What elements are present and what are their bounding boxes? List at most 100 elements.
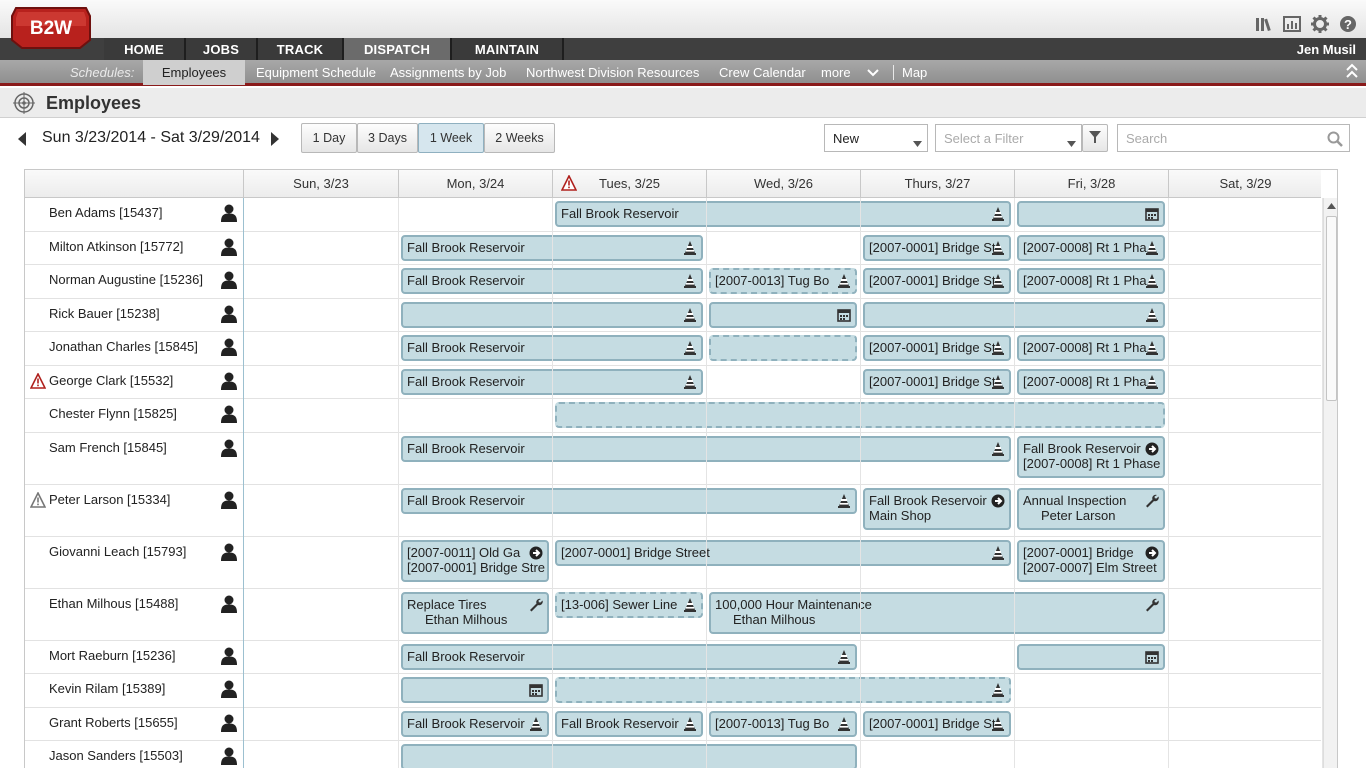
person-icon[interactable] [221, 543, 237, 561]
person-icon[interactable] [221, 680, 237, 698]
assignment-block[interactable]: [2007-0013] Tug Bo [709, 268, 857, 294]
assignment-block[interactable]: [2007-0008] Rt 1 Pha [1017, 335, 1165, 361]
assignment-block[interactable]: [2007-0001] Bridge St [863, 335, 1011, 361]
assignment-block[interactable]: Replace Tires Ethan Milhous [401, 591, 549, 634]
subnav-assignments-by-job[interactable]: Assignments by Job [390, 60, 506, 85]
scroll-thumb[interactable] [1326, 216, 1337, 401]
tab-track[interactable]: TRACK [258, 38, 344, 60]
person-icon[interactable] [221, 372, 237, 390]
employee-name[interactable]: Ben Adams [15437] [49, 205, 162, 220]
assignment-block[interactable]: [2007-0001] Bridge [2007-0007] Elm Street [1017, 539, 1165, 582]
person-icon[interactable] [221, 439, 237, 457]
person-icon[interactable] [221, 491, 237, 509]
assignment-block[interactable] [709, 301, 857, 328]
assignment-block[interactable]: Fall Brook Reservoir [401, 487, 857, 514]
person-icon[interactable] [221, 405, 237, 423]
person-icon[interactable] [221, 714, 237, 732]
subnav-northwest-division-resources[interactable]: Northwest Division Resources [526, 60, 699, 85]
collapse-icon[interactable] [1345, 60, 1361, 85]
employee-name[interactable]: Jonathan Charles [15845] [49, 339, 198, 354]
view-3-days-button[interactable]: 3 Days [357, 123, 418, 153]
subnav-crew-calendar[interactable]: Crew Calendar [719, 60, 806, 85]
employee-name[interactable]: Sam French [15845] [49, 440, 167, 455]
gear-icon[interactable] [1310, 14, 1330, 34]
assignment-label: [2007-0001] Bridge St [869, 239, 996, 255]
report-icon[interactable] [1282, 14, 1302, 34]
status-select[interactable]: New [824, 124, 928, 152]
employee-name[interactable]: Jason Sanders [15503] [49, 748, 183, 763]
employee-name[interactable]: Norman Augustine [15236] [49, 272, 203, 287]
tab-jobs[interactable]: JOBS [186, 38, 258, 60]
assignment-block[interactable]: Fall Brook Reservoir Main Shop [863, 487, 1011, 530]
assignment-block[interactable] [555, 677, 1011, 703]
employee-name[interactable]: Kevin Rilam [15389] [49, 681, 165, 696]
person-icon[interactable] [221, 647, 237, 665]
subnav-equipment-schedule[interactable]: Equipment Schedule [256, 60, 376, 85]
assignment-block[interactable]: Fall Brook Reservoir [2007-0008] Rt 1 Pha… [1017, 435, 1165, 478]
tab-home[interactable]: HOME [104, 38, 186, 60]
employee-name[interactable]: Ethan Milhous [15488] [49, 596, 178, 611]
employee-name[interactable]: Milton Atkinson [15772] [49, 239, 183, 254]
assignment-block[interactable]: [2007-0001] Bridge Street [555, 539, 1011, 566]
employee-name[interactable]: Rick Bauer [15238] [49, 306, 160, 321]
subnav-more[interactable]: more [821, 60, 851, 85]
assignment-block[interactable]: Fall Brook Reservoir [401, 710, 549, 737]
assignment-block[interactable]: [13-006] Sewer Line [555, 591, 703, 618]
assignment-block[interactable] [1017, 643, 1165, 670]
employee-name[interactable]: Chester Flynn [15825] [49, 406, 177, 421]
assignment-block[interactable] [401, 677, 549, 703]
warning-icon[interactable] [30, 491, 46, 508]
page-header: Employees [0, 88, 1366, 118]
assignment-block[interactable]: [2007-0013] Tug Bo [709, 710, 857, 737]
assignment-block[interactable]: [2007-0008] Rt 1 Pha [1017, 268, 1165, 294]
b2w-logo[interactable]: B2W [10, 6, 92, 50]
employee-name[interactable]: Mort Raeburn [15236] [49, 648, 175, 663]
assignment-block[interactable] [709, 335, 857, 361]
subnav-map[interactable]: Map [902, 60, 927, 85]
person-icon[interactable] [221, 238, 237, 256]
help-icon[interactable]: ? [1338, 14, 1358, 34]
assignment-block[interactable]: [2007-0008] Rt 1 Pha [1017, 234, 1165, 261]
user-name[interactable]: Jen Musil [1297, 42, 1356, 57]
library-icon[interactable] [1254, 14, 1274, 34]
assignment-block[interactable] [401, 744, 857, 768]
person-icon[interactable] [221, 595, 237, 613]
assignment-block[interactable]: Annual Inspection Peter Larson [1017, 487, 1165, 530]
assignment-block[interactable] [1017, 201, 1165, 227]
tab-dispatch[interactable]: DISPATCH [344, 38, 452, 60]
filter-select[interactable]: Select a Filter [935, 124, 1082, 152]
chevron-down-icon[interactable] [866, 60, 882, 85]
search-input[interactable]: Search [1117, 124, 1350, 152]
person-icon[interactable] [221, 271, 237, 289]
view-1-day-button[interactable]: 1 Day [301, 123, 357, 153]
warning-icon[interactable] [30, 372, 46, 389]
employee-name[interactable]: Peter Larson [15334] [49, 492, 170, 507]
view-1-week-button[interactable]: 1 Week [418, 123, 484, 153]
assignment-block[interactable]: [2007-0001] Bridge St [863, 268, 1011, 294]
assignment-block[interactable]: [2007-0001] Bridge St [863, 234, 1011, 261]
employee-name[interactable]: Grant Roberts [15655] [49, 715, 178, 730]
next-week-icon[interactable] [269, 131, 281, 150]
subnav-employees[interactable]: Employees [143, 60, 245, 85]
vertical-scrollbar[interactable] [1323, 198, 1337, 768]
view-2-weeks-button[interactable]: 2 Weeks [484, 123, 555, 153]
employee-name[interactable]: George Clark [15532] [49, 373, 173, 388]
assignment-block[interactable]: [2007-0001] Bridge St [863, 710, 1011, 737]
tab-maintain[interactable]: MAINTAIN [452, 38, 564, 60]
prev-week-icon[interactable] [16, 131, 28, 150]
filter-funnel-button[interactable] [1082, 124, 1108, 152]
assignment-block[interactable]: Fall Brook Reservoir [401, 643, 857, 670]
assignment-block[interactable]: [2007-0008] Rt 1 Pha [1017, 368, 1165, 395]
employee-name[interactable]: Giovanni Leach [15793] [49, 544, 186, 559]
search-icon[interactable] [1327, 131, 1343, 150]
assignment-block[interactable]: 100,000 Hour Maintenance Ethan Milhous [709, 591, 1165, 634]
person-icon[interactable] [221, 338, 237, 356]
assignment-block[interactable]: [2007-0011] Old Ga [2007-0001] Bridge Str… [401, 539, 549, 582]
person-icon[interactable] [221, 204, 237, 222]
assignment-block[interactable]: Fall Brook Reservoir [555, 201, 1011, 227]
assignment-block[interactable]: Fall Brook Reservoir [555, 710, 703, 737]
warning-icon[interactable] [561, 175, 577, 191]
person-icon[interactable] [221, 305, 237, 323]
person-icon[interactable] [221, 747, 237, 765]
assignment-block[interactable]: [2007-0001] Bridge St [863, 368, 1011, 395]
